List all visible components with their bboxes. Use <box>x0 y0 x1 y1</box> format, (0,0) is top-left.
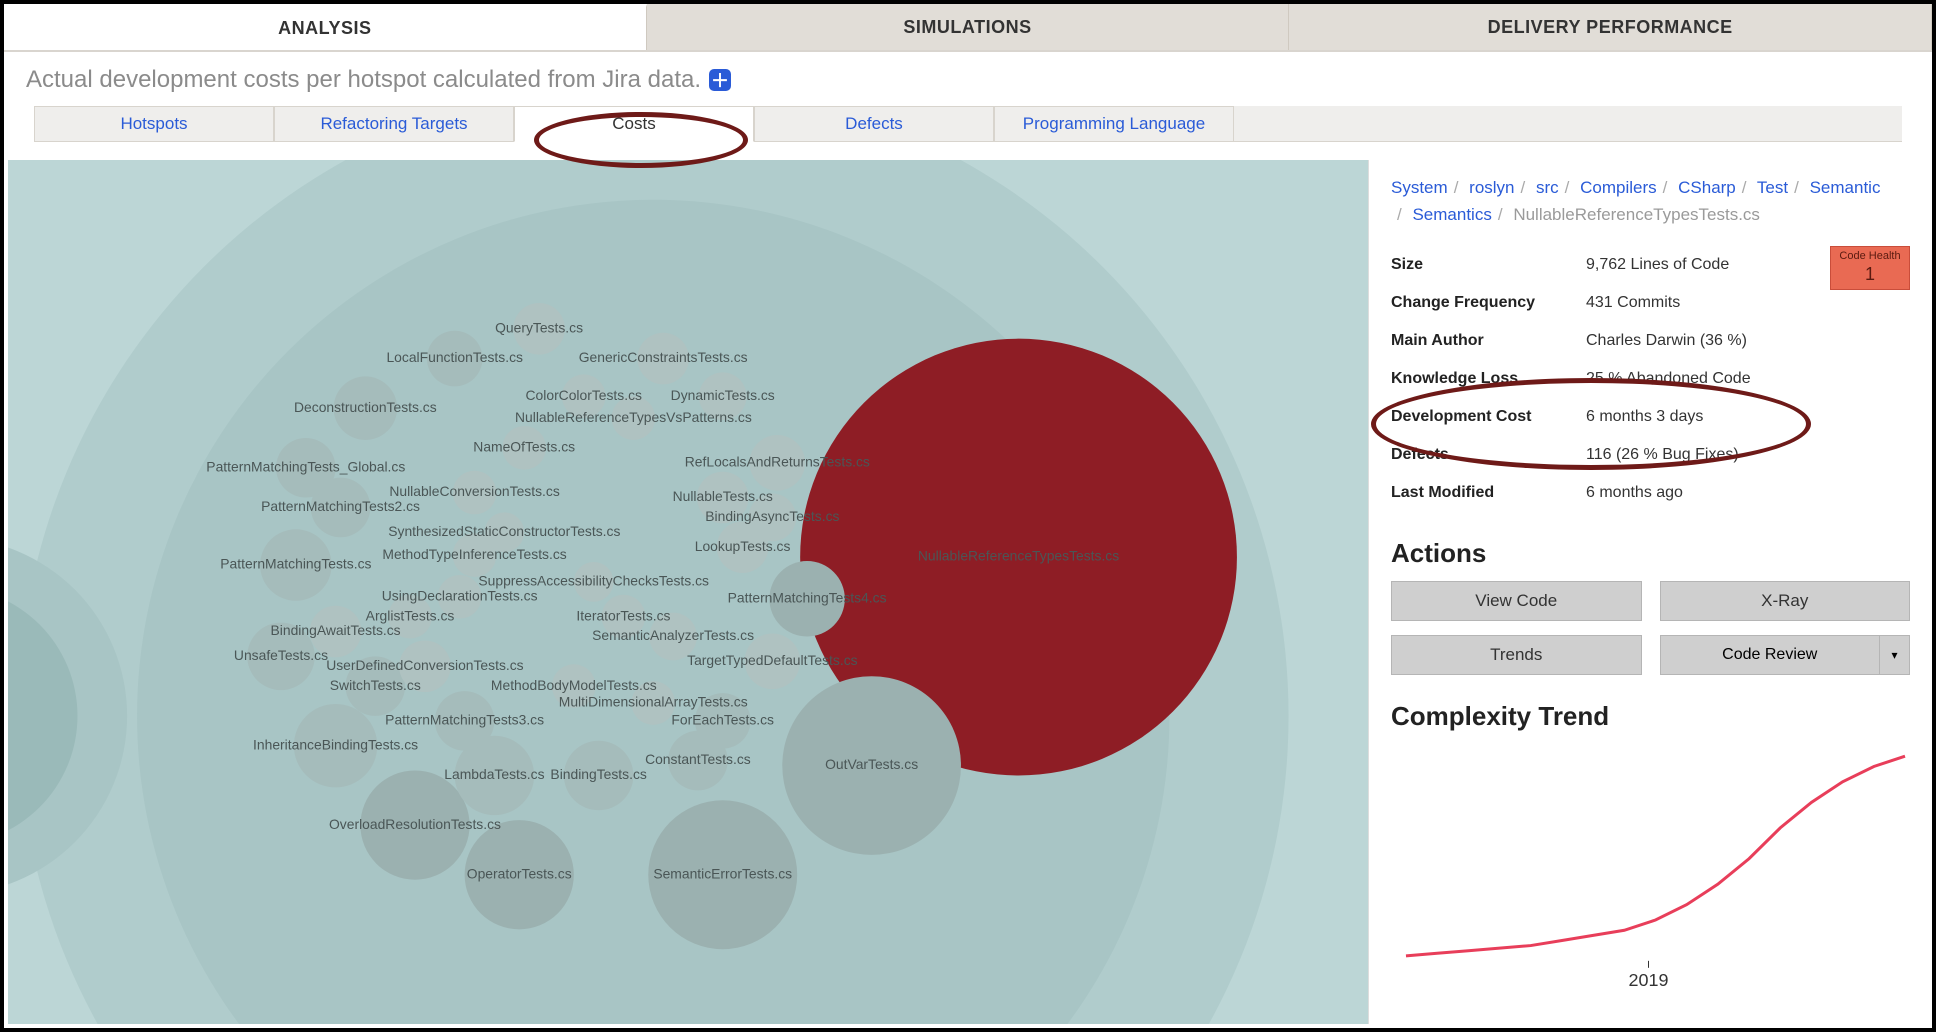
crumb-compilers[interactable]: Compilers <box>1580 178 1657 197</box>
detail-devcost-key: Development Cost <box>1391 408 1586 426</box>
trend-xtick: 2019 <box>1629 970 1669 990</box>
bubble-node[interactable] <box>649 613 697 661</box>
subtab-defects[interactable]: Defects <box>754 106 994 142</box>
code-health-value: 1 <box>1831 264 1909 286</box>
subtab-programming-language[interactable]: Programming Language <box>994 106 1234 142</box>
tab-simulations[interactable]: SIMULATIONS <box>647 4 1290 50</box>
detail-kloss-val: 25 % Abandoned Code <box>1586 370 1751 388</box>
subtab-refactoring-targets[interactable]: Refactoring Targets <box>274 106 514 142</box>
crumb-test[interactable]: Test <box>1757 178 1788 197</box>
bubble-node[interactable] <box>435 691 495 751</box>
bubble-node[interactable] <box>346 656 406 716</box>
detail-defects-val: 116 (26 % Bug Fixes) <box>1586 446 1739 464</box>
add-icon[interactable]: ＋ <box>709 69 731 91</box>
code-health-badge[interactable]: Code Health 1 <box>1830 246 1910 290</box>
bubble-node[interactable] <box>453 471 497 515</box>
bubble-node[interactable] <box>247 623 315 691</box>
bubble-node[interactable] <box>574 562 614 602</box>
bubble-node[interactable] <box>427 331 483 387</box>
bubble-node[interactable] <box>484 512 524 552</box>
bubble-node[interactable] <box>552 664 596 708</box>
bubble-node[interactable] <box>745 634 801 690</box>
detail-devcost-val: 6 months 3 days <box>1586 408 1703 426</box>
bubble-node[interactable] <box>360 771 469 880</box>
bubble-node[interactable] <box>697 472 749 524</box>
bubble-node[interactable] <box>782 676 961 855</box>
code-review-button[interactable]: Code Review <box>1660 635 1881 675</box>
breadcrumb: System/ roslyn/ src/ Compilers/ CSharp/ … <box>1391 174 1910 228</box>
complexity-trend-header: Complexity Trend <box>1391 701 1910 732</box>
bubble-node[interactable] <box>648 800 797 949</box>
code-health-label: Code Health <box>1831 250 1909 263</box>
code-review-dropdown[interactable]: ▾ <box>1880 635 1910 675</box>
detail-author-val: Charles Darwin (36 %) <box>1586 332 1747 350</box>
crumb-file: NullableReferenceTypesTests.cs <box>1513 205 1760 224</box>
bubble-node[interactable] <box>612 396 656 440</box>
bubble-node[interactable] <box>276 438 336 498</box>
subtab-costs[interactable]: Costs <box>514 106 754 142</box>
bubble-node[interactable] <box>637 333 689 385</box>
view-code-button[interactable]: View Code <box>1391 581 1642 621</box>
crumb-roslyn[interactable]: roslyn <box>1469 178 1514 197</box>
detail-freq-key: Change Frequency <box>1391 294 1586 312</box>
xray-button[interactable]: X-Ray <box>1660 581 1911 621</box>
chevron-down-icon: ▾ <box>1891 648 1897 662</box>
detail-lastmod-key: Last Modified <box>1391 484 1586 502</box>
complexity-trend-chart[interactable]: 2019 <box>1391 746 1910 996</box>
bubble-node[interactable] <box>750 435 806 491</box>
bubble-node[interactable] <box>749 494 797 542</box>
trends-button[interactable]: Trends <box>1391 635 1642 675</box>
bubble-node[interactable] <box>602 595 646 639</box>
bubble-node[interactable] <box>695 693 751 749</box>
bubble-node[interactable] <box>294 704 377 787</box>
subtab-spacer <box>1234 106 1902 142</box>
bubble-node[interactable] <box>438 575 482 619</box>
crumb-src[interactable]: src <box>1536 178 1559 197</box>
bubble-node[interactable] <box>334 376 398 440</box>
bubble-chart[interactable]: NullableReferenceTypesTests.csOutVarTest… <box>8 160 1368 1024</box>
tab-delivery-performance[interactable]: DELIVERY PERFORMANCE <box>1289 4 1932 50</box>
detail-defects-key: Defects <box>1391 446 1586 464</box>
bubble-node[interactable] <box>564 741 633 810</box>
bubble-node[interactable] <box>562 374 606 418</box>
bubble-node[interactable] <box>388 595 432 639</box>
crumb-semantic[interactable]: Semantic <box>1810 178 1881 197</box>
bubble-node[interactable] <box>260 529 331 600</box>
bubble-node[interactable] <box>513 303 565 355</box>
detail-kloss-key: Knowledge Loss <box>1391 370 1586 388</box>
detail-lastmod-val: 6 months ago <box>1586 484 1683 502</box>
crumb-system[interactable]: System <box>1391 178 1448 197</box>
bubble-node[interactable] <box>699 372 747 420</box>
bubble-node[interactable] <box>399 640 451 692</box>
detail-size-val: 9,762 Lines of Code <box>1586 256 1729 274</box>
bubble-node[interactable] <box>502 426 546 470</box>
actions-header: Actions <box>1391 538 1910 569</box>
detail-freq-val: 431 Commits <box>1586 294 1680 312</box>
bubble-node[interactable] <box>769 561 844 636</box>
crumb-semantics[interactable]: Semantics <box>1412 205 1491 224</box>
detail-author-key: Main Author <box>1391 332 1586 350</box>
tab-analysis[interactable]: ANALYSIS <box>4 4 647 50</box>
bubble-node[interactable] <box>631 681 675 725</box>
subtab-hotspots[interactable]: Hotspots <box>34 106 274 142</box>
bubble-node[interactable] <box>310 606 362 658</box>
page-subtitle: Actual development costs per hotspot cal… <box>26 66 701 94</box>
detail-size-key: Size <box>1391 256 1586 274</box>
crumb-csharp[interactable]: CSharp <box>1678 178 1736 197</box>
bubble-node[interactable] <box>465 820 574 929</box>
